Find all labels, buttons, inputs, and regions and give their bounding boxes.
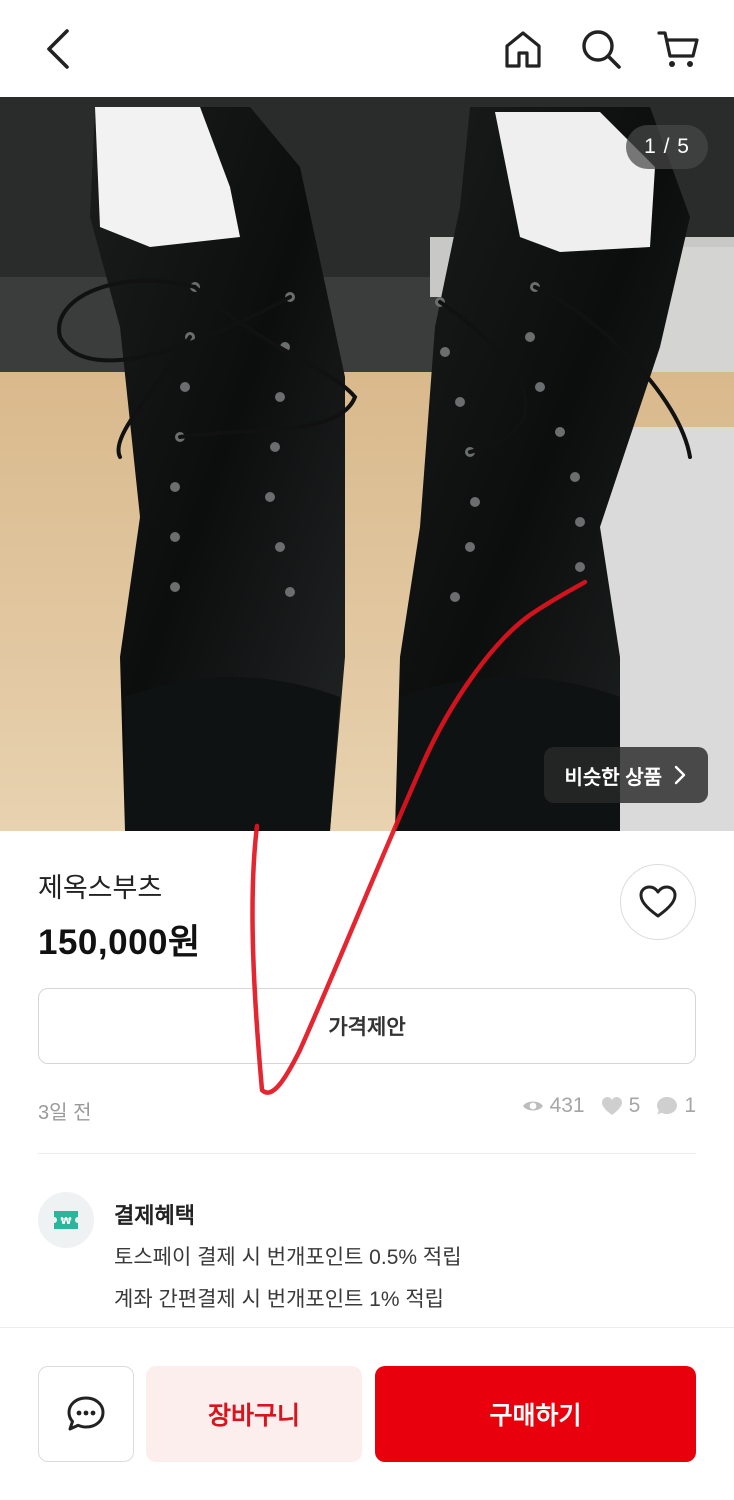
comments-count: 1 bbox=[684, 1094, 696, 1117]
speech-bubble-icon bbox=[657, 1097, 678, 1115]
benefit-toss-pay: 토스페이 결제 시 번개포인트 0.5% 적립 bbox=[114, 1246, 462, 1269]
views-stat: 431 bbox=[522, 1094, 585, 1118]
likes-count: 5 bbox=[628, 1094, 641, 1117]
home-button[interactable] bbox=[498, 24, 548, 74]
views-count: 431 bbox=[549, 1094, 585, 1117]
search-icon bbox=[582, 30, 621, 69]
buy-now-button[interactable]: 구매하기 bbox=[375, 1366, 696, 1462]
bottom-action-bar: 장바구니 구매하기 bbox=[0, 1327, 734, 1500]
chevron-left-icon bbox=[47, 29, 69, 69]
benefit-title: 결제혜택 bbox=[114, 1203, 195, 1228]
search-button[interactable] bbox=[576, 24, 626, 74]
payment-benefit-badge: ₩ bbox=[38, 1192, 94, 1248]
product-title: 제옥스부츠 bbox=[38, 873, 163, 903]
eye-icon bbox=[522, 1101, 543, 1111]
price-offer-button[interactable]: 가격제안 bbox=[38, 988, 696, 1064]
chevron-right-icon bbox=[674, 765, 686, 785]
product-stats: 431 5 1 bbox=[514, 1094, 696, 1118]
likes-stat: 5 bbox=[601, 1094, 641, 1118]
benefit-account-pay: 계좌 간편결제 시 번개포인트 1% 적립 bbox=[114, 1288, 445, 1311]
home-icon bbox=[505, 31, 541, 68]
similar-items-label: 비슷한 상품 bbox=[564, 766, 662, 789]
product-price: 150,000원 bbox=[38, 923, 201, 962]
chat-button[interactable] bbox=[38, 1366, 134, 1462]
similar-items-button[interactable]: 비슷한 상품 bbox=[544, 747, 708, 803]
cart-icon bbox=[657, 31, 699, 67]
heart-icon bbox=[639, 885, 677, 918]
back-button[interactable] bbox=[33, 24, 83, 74]
image-counter: 1 / 5 bbox=[626, 125, 708, 169]
heart-filled-icon bbox=[601, 1097, 622, 1115]
top-navigation-bar bbox=[0, 0, 734, 97]
product-photo bbox=[0, 97, 734, 831]
svg-text:₩: ₩ bbox=[60, 1216, 71, 1227]
cart-button[interactable] bbox=[653, 24, 703, 74]
section-divider bbox=[38, 1153, 696, 1154]
chat-icon bbox=[67, 1396, 105, 1431]
posted-time: 3일 전 bbox=[38, 1102, 92, 1124]
add-to-cart-button[interactable]: 장바구니 bbox=[146, 1366, 362, 1462]
won-ticket-icon: ₩ bbox=[54, 1211, 78, 1229]
comments-stat: 1 bbox=[656, 1094, 696, 1118]
product-image-gallery[interactable]: 1 / 5 비슷한 상품 bbox=[0, 97, 734, 831]
like-button[interactable] bbox=[620, 864, 696, 940]
